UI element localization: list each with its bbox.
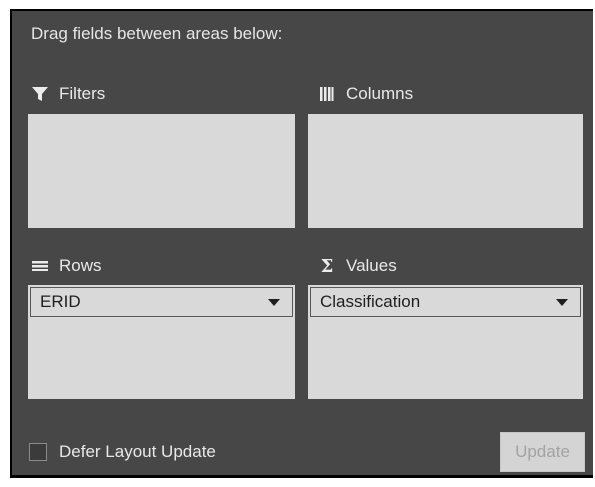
rows-field-erid[interactable]: ERID: [30, 287, 293, 317]
columns-drop-area[interactable]: [308, 114, 583, 228]
sigma-icon: Σ: [320, 255, 334, 277]
update-button[interactable]: Update: [500, 432, 585, 472]
columns-label: Columns: [346, 84, 414, 103]
values-drop-area[interactable]: Classification: [308, 285, 583, 399]
filters-drop-area[interactable]: [28, 114, 295, 228]
chevron-down-icon[interactable]: [268, 299, 280, 306]
values-label: Values: [346, 256, 397, 275]
chevron-down-icon[interactable]: [556, 299, 568, 306]
filter-icon: [31, 85, 49, 103]
values-area-label: Σ Values: [318, 255, 397, 277]
defer-label: Defer Layout Update: [59, 442, 216, 461]
rows-icon: [31, 257, 49, 275]
defer-layout-update[interactable]: Defer Layout Update: [29, 442, 216, 462]
columns-icon: [318, 85, 336, 103]
values-field-classification[interactable]: Classification: [310, 287, 581, 317]
rows-field-label: ERID: [40, 292, 81, 311]
filters-area-label: Filters: [31, 84, 105, 104]
rows-area-label: Rows: [31, 256, 102, 276]
rows-label: Rows: [59, 256, 102, 275]
values-field-label: Classification: [320, 292, 421, 311]
pivot-fields-pane: Drag fields between areas below: Filters…: [10, 9, 593, 478]
filters-label: Filters: [59, 84, 106, 103]
instructions-text: Drag fields between areas below:: [31, 24, 283, 43]
rows-drop-area[interactable]: ERID: [28, 285, 295, 399]
defer-checkbox[interactable]: [29, 443, 47, 461]
columns-area-label: Columns: [318, 84, 413, 104]
